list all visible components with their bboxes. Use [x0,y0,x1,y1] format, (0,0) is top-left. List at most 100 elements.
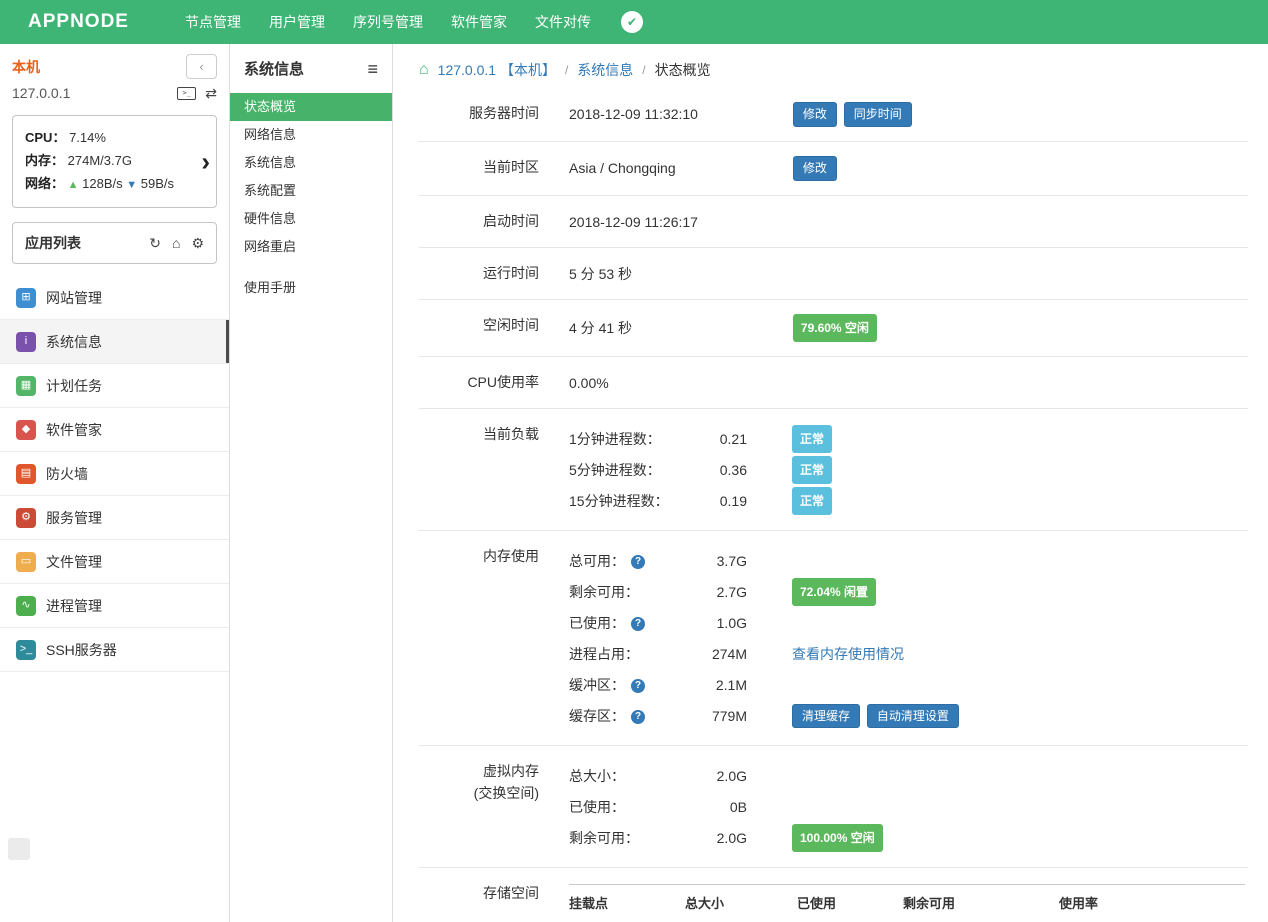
swap-used-value: 0B [689,796,747,818]
help-icon[interactable]: ? [631,617,645,631]
app-service-management[interactable]: ⚙ 服务管理 [0,496,229,540]
brand-logo[interactable]: APPNODE [0,11,171,33]
cpu-usage-value: 0.00% [569,372,789,394]
row-label: 运行时间 [419,262,539,284]
nav-item-serial-management[interactable]: 序列号管理 [339,0,437,44]
view-memory-usage-link[interactable]: 查看内存使用情况 [792,646,904,662]
row-idle-time: 空闲时间 4 分 41 秒 79.60% 空闲 [419,300,1248,357]
ssh-icon: >_ [16,640,36,660]
app-list-actions: ↻ ⌂ ⚙ [149,235,204,252]
row-uptime: 运行时间 5 分 53 秒 [419,248,1248,300]
submenu-status-overview[interactable]: 状态概览 [230,93,392,121]
page-layout: 本机 ‹ 127.0.0.1 >_ ⇄ CPU： 7.14% 内存： 274M/… [0,44,1268,922]
app-system-info[interactable]: i 系统信息 [0,320,229,364]
floating-helper-button[interactable] [8,838,30,860]
firewall-icon: ▤ [16,464,36,484]
navbar-status-check-icon[interactable]: ✔ [621,11,643,33]
swap-total-row: 总大小： 2.0G [569,760,1248,791]
server-stats-panel[interactable]: CPU： 7.14% 内存： 274M/3.7G 网络： ▲ 128B/s ▼ … [12,115,217,208]
help-icon[interactable]: ? [631,555,645,569]
row-timezone: 当前时区 Asia / Chongqing 修改 [419,142,1248,196]
row-swap: 虚拟内存 (交换空间) 总大小： 2.0G 已使用： 0B 剩余可用： 2.0G… [419,746,1248,868]
row-label: 空闲时间 [419,314,539,336]
submenu-system-config[interactable]: 系统配置 [230,177,392,205]
top-navbar: APPNODE 节点管理 用户管理 序列号管理 软件管家 文件对传 ✔ [0,0,1268,44]
memory-used-row: 已使用：? 1.0G [569,607,1248,638]
nav-item-software-manager[interactable]: 软件管家 [437,0,521,44]
row-storage: 存储空间 挂载点 总大小 已使用 剩余可用 使用率 [419,868,1248,922]
load-status-badge: 正常 [792,487,832,515]
app-list: ⊞ 网站管理 i 系统信息 ▦ 计划任务 ◆ 软件管家 ▤ 防火墙 ⚙ 服务管理 [0,276,229,672]
breadcrumb-server-link[interactable]: 127.0.0.1 【本机】 [438,60,556,80]
row-label: 当前时区 [419,156,539,178]
app-ssh-server[interactable]: >_ SSH服务器 [0,628,229,672]
terminal-icon[interactable]: >_ [177,87,196,100]
nav-item-user-management[interactable]: 用户管理 [255,0,339,44]
cpu-label: CPU： [25,130,65,145]
submenu-network-restart[interactable]: 网络重启 [230,233,392,261]
modify-timezone-button[interactable]: 修改 [793,156,837,181]
memory-value: 274M/3.7G [68,153,132,168]
nav-item-node-management[interactable]: 节点管理 [171,0,255,44]
home-icon[interactable]: ⌂ [172,235,180,252]
timezone-value: Asia / Chongqing [569,157,789,179]
memory-label: 内存： [25,153,64,168]
breadcrumb-home-icon[interactable]: ⌂ [419,62,429,78]
load-15min-row: 15分钟进程数： 0.19 正常 [569,485,1248,516]
app-website-management[interactable]: ⊞ 网站管理 [0,276,229,320]
swap-free-value: 2.0G [689,827,747,849]
swap-total-value: 2.0G [689,765,747,787]
load-status-badge: 正常 [792,456,832,484]
submenu-hardware-info[interactable]: 硬件信息 [230,205,392,233]
submenu-network-info[interactable]: 网络信息 [230,121,392,149]
memory-buffer-row: 缓冲区：? 2.1M [569,669,1248,700]
network-stat: 网络： ▲ 128B/s ▼ 59B/s [25,172,192,197]
load-1min-row: 1分钟进程数： 0.21 正常 [569,423,1248,454]
chevron-right-icon[interactable]: › [201,146,210,177]
server-ip-row: 127.0.0.1 >_ ⇄ [0,83,229,111]
cpu-stat: CPU： 7.14% [25,126,192,149]
app-software-manager[interactable]: ◆ 软件管家 [0,408,229,452]
memory-cache-row: 缓存区：? 779M 清理缓存 自动清理设置 [569,700,1248,731]
auto-clean-settings-button[interactable]: 自动清理设置 [867,704,959,729]
row-label: 存储空间 [419,882,539,904]
submenu-user-manual[interactable]: 使用手册 [230,274,392,302]
server-time-value: 2018-12-09 11:32:10 [569,103,789,125]
upload-arrow-icon: ▲ [68,179,79,191]
navbar-menu: 节点管理 用户管理 序列号管理 软件管家 文件对传 [171,0,605,44]
memory-stat: 内存： 274M/3.7G [25,149,192,172]
app-list-header: 应用列表 ↻ ⌂ ⚙ [12,222,217,264]
app-file-management[interactable]: ▭ 文件管理 [0,540,229,584]
help-icon[interactable]: ? [631,679,645,693]
refresh-icon[interactable]: ↻ [149,235,161,252]
breadcrumb-current-page: 状态概览 [655,60,711,80]
hamburger-icon[interactable]: ≡ [367,60,378,78]
load-5min-row: 5分钟进程数： 0.36 正常 [569,454,1248,485]
process-icon: ∿ [16,596,36,616]
app-scheduled-tasks[interactable]: ▦ 计划任务 [0,364,229,408]
services-icon: ⚙ [16,508,36,528]
download-arrow-icon: ▼ [126,179,137,191]
breadcrumb-section-link[interactable]: 系统信息 [577,60,633,80]
help-icon[interactable]: ? [631,710,645,724]
gear-icon[interactable]: ⚙ [191,235,204,252]
app-process-management[interactable]: ∿ 进程管理 [0,584,229,628]
breadcrumb-separator: / [642,63,645,77]
load-status-badge: 正常 [792,425,832,453]
transfer-icon[interactable]: ⇄ [205,86,217,100]
sync-time-button[interactable]: 同步时间 [844,102,912,127]
row-server-time: 服务器时间 2018-12-09 11:32:10 修改 同步时间 [419,88,1248,142]
uptime-value: 5 分 53 秒 [569,263,789,285]
modify-time-button[interactable]: 修改 [793,102,837,127]
section-menu: 状态概览 网络信息 系统信息 系统配置 硬件信息 网络重启 使用手册 [230,93,392,302]
submenu-system-info[interactable]: 系统信息 [230,149,392,177]
collapse-sidebar-button[interactable]: ‹ [186,54,217,79]
clear-cache-button[interactable]: 清理缓存 [792,704,860,729]
info-icon: i [16,332,36,352]
row-label: 启动时间 [419,210,539,232]
app-firewall[interactable]: ▤ 防火墙 [0,452,229,496]
row-label: 内存使用 [419,545,539,567]
row-label: 服务器时间 [419,102,539,124]
nav-item-file-transfer[interactable]: 文件对传 [521,0,605,44]
network-down-value: 59B/s [141,176,174,191]
